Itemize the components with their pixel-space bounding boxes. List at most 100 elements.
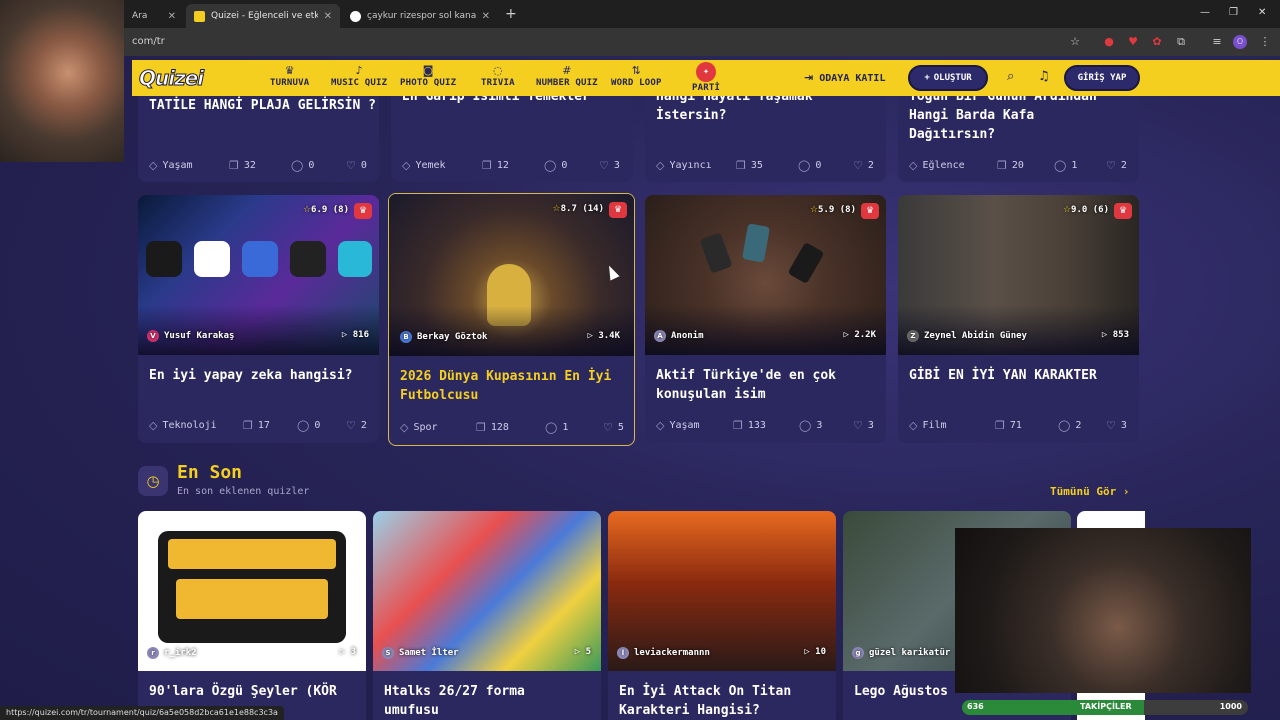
minimize-icon[interactable]: —: [1200, 7, 1210, 18]
card-author[interactable]: V Yusuf Karakaş: [147, 330, 234, 342]
comment-icon: ◯: [291, 159, 304, 172]
star-icon: ☆: [552, 204, 561, 214]
tag-icon: ◇: [909, 419, 918, 432]
tab-title: çaykur rizespor sol kanat - Goo: [367, 11, 476, 21]
quiz-card[interactable]: ☆5.9 (8) ♛ A Anonim ▷ 2.2K Aktif Türkiye'…: [645, 195, 886, 443]
site-logo[interactable]: Quizei: [138, 66, 204, 91]
play-count-value: 2.2K: [854, 330, 876, 340]
question-count: 71: [1009, 420, 1022, 431]
card-category: Film: [922, 420, 947, 431]
latest-quiz-card[interactable]: l leviackermannn ▷ 10 En İyi Attack On Ti…: [608, 511, 836, 720]
rating: ☆8.7 (14): [553, 204, 604, 214]
new-tab-button[interactable]: +: [505, 6, 517, 22]
join-room-link[interactable]: ⇥ ODAYA KATIL: [804, 71, 885, 84]
heart-icon[interactable]: ♡: [346, 419, 356, 432]
heart-icon[interactable]: ♡: [853, 159, 863, 172]
comment-icon: ◯: [545, 421, 558, 434]
window-close-icon[interactable]: ✕: [1258, 7, 1266, 18]
nav-photo-quiz[interactable]: ◙ PHOTO QUIZ: [400, 64, 456, 88]
heart-icon[interactable]: ♡: [346, 159, 356, 172]
latest-quiz-card[interactable]: r r_irk2 ▷ 3 90'lara Özgü Şeyler (KÖR: [138, 511, 366, 720]
url-field[interactable]: com/tr: [132, 36, 165, 47]
restore-icon[interactable]: ❐: [1229, 7, 1238, 18]
see-all-label: Tümünü Gör: [1050, 485, 1117, 498]
author-name: r_irk2: [164, 648, 197, 658]
card-author[interactable]: S Samet İlter: [382, 647, 459, 659]
quiz-card[interactable]: Yoğun Bir Günün Ardından Hangi Barda Kaf…: [898, 96, 1139, 182]
crown-badge-icon[interactable]: ♛: [609, 202, 627, 218]
comment-count: 0: [308, 160, 315, 171]
nav-word-loop[interactable]: ⇅ WORD LOOP: [611, 64, 662, 88]
nav-number-quiz[interactable]: # NUMBER QUIZ: [536, 64, 598, 88]
browser-tab-active[interactable]: Quizei - Eğlenceli ve etkileşimli ✕: [186, 4, 340, 28]
card-author[interactable]: B Berkay Göztok: [400, 331, 487, 343]
quiz-card[interactable]: ☆9.0 (6) ♛ Z Zeynel Abidin Güney ▷ 853 Gİ…: [898, 195, 1139, 443]
heart-icon[interactable]: ♡: [1106, 159, 1116, 172]
play-count: ▷ 816: [342, 330, 369, 340]
quiz-card[interactable]: TATİLE HANGİ PLAJA GELİRSİN ? ◇ Yaşam ❐ 32…: [138, 96, 379, 182]
media-icon[interactable]: ≡: [1210, 35, 1224, 49]
create-button[interactable]: + OLUŞTUR: [908, 65, 988, 91]
like-count: 2: [360, 420, 367, 431]
menu-dots-icon[interactable]: ⋮: [1258, 35, 1272, 49]
extension-icon[interactable]: ♥: [1126, 35, 1140, 49]
heart-icon[interactable]: ♡: [853, 419, 863, 432]
trophy-icon: ♛: [284, 64, 295, 77]
chat-question-icon: ◌: [493, 64, 503, 77]
author-name: Berkay Göztok: [417, 332, 488, 342]
question-count: 20: [1011, 160, 1024, 171]
play-count-value: 5: [585, 647, 591, 657]
close-icon[interactable]: ✕: [324, 11, 332, 22]
tag-icon: ◇: [656, 159, 665, 172]
join-room-label: ODAYA KATIL: [819, 73, 886, 84]
latest-quiz-card[interactable]: S Samet İlter ▷ 5 Htalks 26/27 forma umuf…: [373, 511, 601, 720]
nav-label: MUSIC QUIZ: [331, 78, 388, 88]
camera-icon: ◙: [422, 64, 434, 77]
crown-badge-icon[interactable]: ♛: [861, 203, 879, 219]
bell-icon[interactable]: ♫: [1038, 69, 1050, 84]
nav-trivia[interactable]: ◌ TRIVIA: [481, 64, 515, 88]
quiz-card[interactable]: Hangi Hayatı Yaşamak İstersin? ◇ Yayıncı …: [645, 96, 886, 182]
extension-icon[interactable]: ✿: [1150, 35, 1164, 49]
extensions-puzzle-icon[interactable]: ⧉: [1174, 35, 1188, 49]
heart-icon[interactable]: ♡: [603, 421, 613, 434]
card-author[interactable]: g güzel karikatür: [852, 647, 950, 659]
nav-music-quiz[interactable]: ♪ MUSIC QUIZ: [331, 64, 387, 88]
card-author[interactable]: r r_irk2: [147, 647, 197, 659]
like-count: 5: [617, 422, 624, 433]
nav-label: WORD LOOP: [611, 78, 662, 88]
author-name: Zeynel Abidin Güney: [924, 331, 1027, 341]
login-button[interactable]: GİRİŞ YAP: [1064, 65, 1140, 91]
card-author[interactable]: Z Zeynel Abidin Güney: [907, 330, 1027, 342]
quiz-card[interactable]: En Garip İsimli Yemekler ◇ Yemek ❐ 12 ◯ 0 ♡…: [391, 96, 633, 182]
close-icon[interactable]: ✕: [168, 11, 176, 22]
site-header: Quizei ♛ TURNUVA ♪ MUSIC QUIZ ◙ PHOTO QU…: [132, 60, 1280, 96]
heart-icon[interactable]: ♡: [599, 159, 609, 172]
quiz-card-highlighted[interactable]: ☆8.7 (14) ♛ B Berkay Göztok ▷ 3.4K 2026 D…: [388, 193, 635, 446]
quiz-card[interactable]: ☆6.9 (8) ♛ V Yusuf Karakaş ▷ 816 En iyi y…: [138, 195, 379, 443]
profile-avatar-icon[interactable]: O: [1233, 35, 1247, 49]
play-icon: ▷: [574, 647, 581, 657]
search-icon[interactable]: ⌕: [1007, 69, 1014, 84]
avatar: l: [617, 647, 629, 659]
browser-tab[interactable]: Ara ✕: [124, 4, 184, 28]
extension-icon[interactable]: ●: [1102, 35, 1116, 49]
question-count: 17: [257, 420, 270, 431]
play-count: ▷ 3.4K: [587, 331, 620, 341]
card-author[interactable]: A Anonim: [654, 330, 704, 342]
crown-badge-icon[interactable]: ♛: [354, 203, 372, 219]
browser-tab[interactable]: çaykur rizespor sol kanat - Goo ✕: [342, 4, 498, 28]
crown-badge-icon[interactable]: ♛: [1114, 203, 1132, 219]
heart-icon[interactable]: ♡: [1106, 419, 1116, 432]
close-icon[interactable]: ✕: [482, 11, 490, 22]
rating: ☆5.9 (8): [810, 205, 856, 215]
address-bar: com/tr ☆ ● ♥ ✿ ⧉ ≡ O ⋮: [0, 28, 1280, 56]
play-count-value: 816: [352, 330, 369, 340]
card-author[interactable]: l leviackermannn: [617, 647, 710, 659]
nav-parti[interactable]: ✦ PARTİ: [692, 62, 720, 93]
rating: ☆9.0 (6): [1063, 205, 1109, 215]
bookmark-star-icon[interactable]: ☆: [1068, 35, 1082, 49]
author-name: Samet İlter: [399, 648, 459, 658]
nav-turnuva[interactable]: ♛ TURNUVA: [270, 64, 309, 88]
see-all-link[interactable]: Tümünü Gör ›: [1050, 485, 1129, 498]
